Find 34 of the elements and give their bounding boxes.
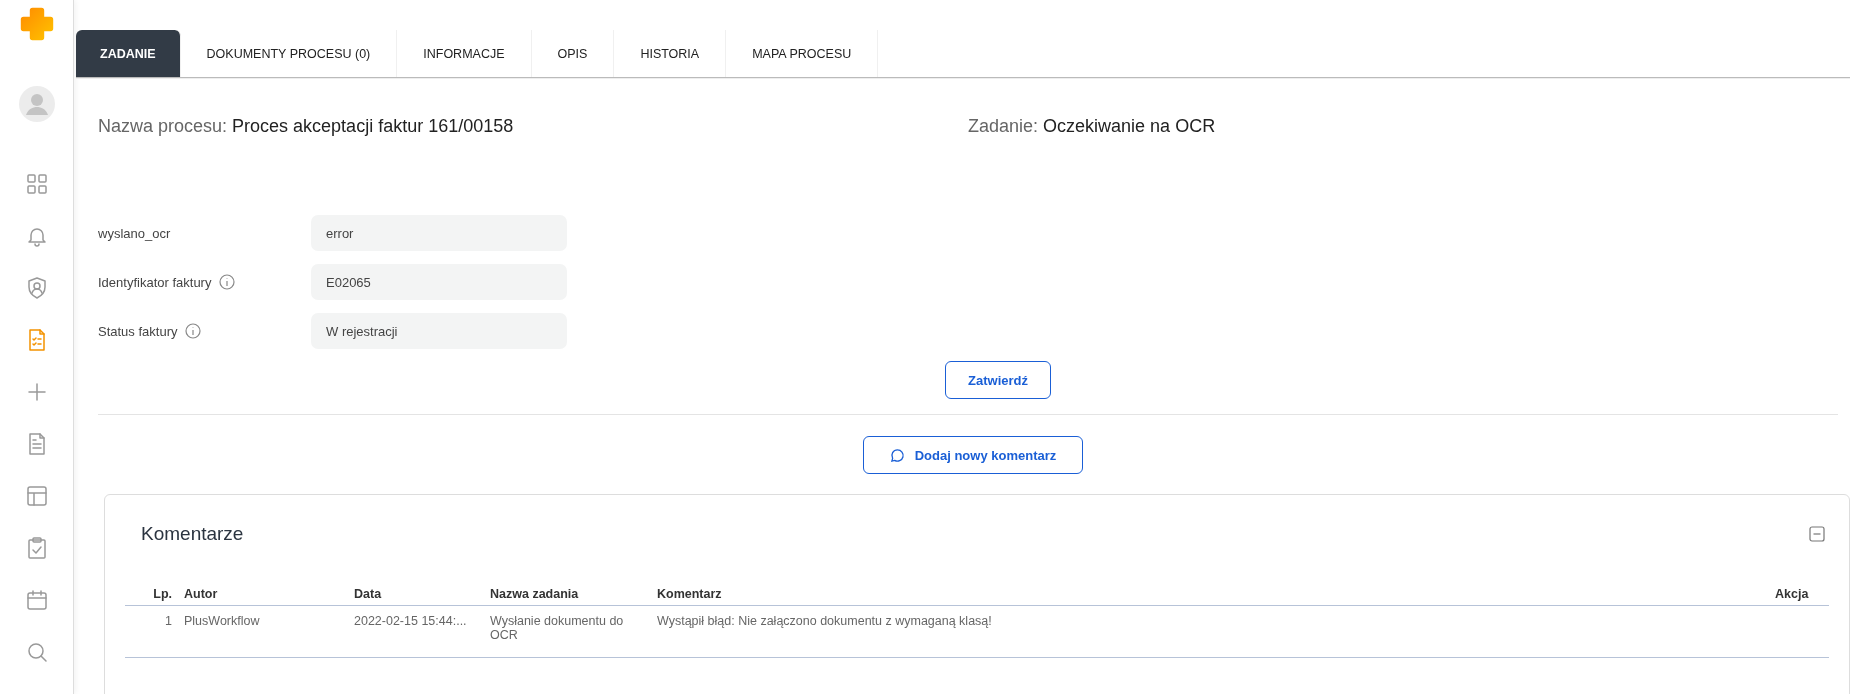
plus-logo-icon (18, 6, 55, 42)
add-comment-button[interactable]: Dodaj nowy komentarz (862, 436, 1084, 474)
table-cell: 1 (165, 614, 172, 628)
calendar-icon[interactable] (24, 588, 49, 612)
process-name-label: Nazwa procesu: (98, 116, 228, 136)
grid-icon[interactable] (24, 172, 49, 196)
field-label: Identyfikator faktury (98, 274, 212, 290)
info-icon[interactable] (185, 323, 202, 339)
collapse-icon[interactable] (1809, 526, 1825, 542)
avatar-icon[interactable] (18, 86, 55, 122)
task-label: Zadanie: (968, 116, 1039, 136)
layout-icon[interactable] (24, 484, 49, 508)
input-field[interactable]: E02065 (311, 264, 567, 300)
table-cell: Wystąpił błąd: Nie załączono dokumentu z wymaganą klasą! (657, 614, 992, 628)
input-field[interactable]: W rejestracji (311, 313, 567, 349)
tab[interactable]: ZADANIE (76, 30, 181, 77)
column-header: Data (354, 583, 490, 606)
comments-title: Komentarze (141, 523, 244, 545)
table-cell: 2022-02-15 15:44:... (354, 614, 467, 628)
speech-bubble-icon (889, 447, 905, 463)
column-header: Autor (184, 583, 354, 606)
info-icon[interactable] (219, 274, 236, 290)
column-header: Nazwa zadania (490, 583, 657, 606)
column-header: Komentarz (657, 583, 1775, 606)
field-label: wyslano_ocr (98, 225, 171, 241)
input-field[interactable]: error (311, 215, 567, 251)
column-header: Akcja (1775, 583, 1829, 606)
table-cell: PlusWorkflow (184, 614, 260, 628)
table-cell: Wysłanie dokumentu do OCR (490, 614, 624, 642)
process-name-value: Proces akceptacji faktur 161/00158 (232, 116, 514, 136)
task-value: Oczekiwanie na OCR (1043, 116, 1216, 136)
field-label: Status faktury (98, 323, 178, 339)
confirm-button[interactable]: Zatwierdź (945, 361, 1051, 399)
column-header: Lp. (125, 583, 184, 606)
